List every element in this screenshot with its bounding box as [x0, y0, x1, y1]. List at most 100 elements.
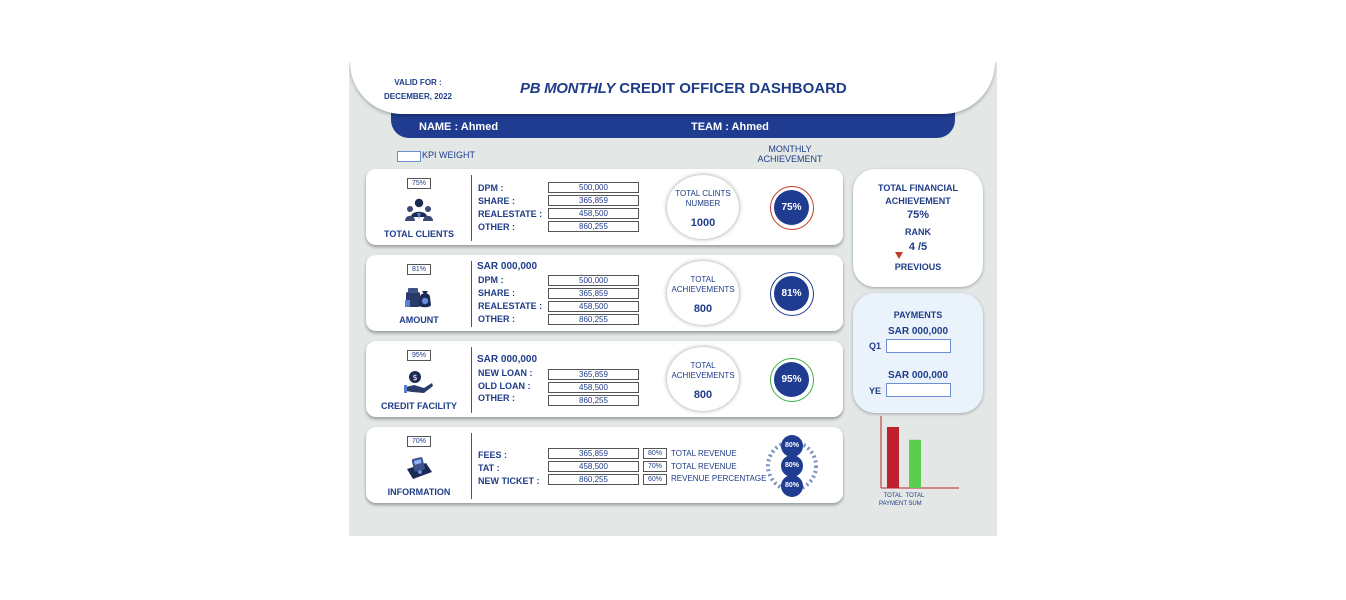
kpi-weight-label: KPI WEIGHT — [422, 150, 476, 160]
row-percent: 70% — [643, 461, 667, 472]
row-description: TOTAL REVENUE — [671, 462, 737, 471]
achievement-value: 81% — [774, 276, 809, 311]
pill-title-line1: TOTAL CLINTS — [675, 189, 731, 198]
valid-for-date: DECEMBER, 2022 — [383, 92, 453, 101]
q1-input[interactable] — [886, 339, 951, 353]
payments-panel: PAYMENTS SAR 000,000 Q1 SAR 000,000 YE — [853, 293, 983, 413]
divider — [471, 433, 472, 499]
team-name: TEAM : Ahmed — [691, 121, 769, 133]
row-value: 458,500 — [548, 301, 639, 312]
row-description: TOTAL REVENUE — [671, 449, 737, 458]
tick-label-2-2: SUM — [908, 501, 921, 507]
kpi-weight-box: 95% — [407, 350, 431, 361]
achievement-ring: 81% — [770, 272, 814, 316]
row-label: OLD LOAN : — [478, 381, 531, 391]
achievement-value: 95% — [774, 362, 809, 397]
achievement-ring: 75% — [770, 186, 814, 230]
total-clients-pill: TOTAL CLINTS NUMBER 1000 — [667, 175, 739, 239]
wheel-value: 80% — [781, 435, 803, 457]
pill-title: TOTAL ACHIEVEMENTS — [667, 275, 739, 295]
row-value: 860,255 — [548, 221, 639, 232]
ye-input[interactable] — [886, 383, 951, 397]
card-amount: 81% AMOUNT SAR 000,000 DPM : 500,000 SHA… — [366, 255, 843, 331]
row-percent: 80% — [643, 448, 667, 459]
row-value: 860,255 — [548, 395, 639, 406]
row-value: 500,000 — [548, 275, 639, 286]
row-label: OTHER : — [478, 314, 515, 324]
people-icon — [405, 198, 433, 221]
row-label: TAT : — [478, 463, 500, 473]
tick-label-1-1: TOTAL — [884, 493, 903, 499]
previous-label: PREVIOUS — [894, 262, 942, 272]
pill-title-line1: TOTAL — [690, 361, 716, 370]
officer-name: NAME : Ahmed — [419, 121, 499, 133]
info-bar: NAME : Ahmed TEAM : Ahmed — [391, 112, 955, 138]
row-label: REALESTATE : — [478, 209, 543, 219]
row-value: 365,859 — [548, 448, 639, 459]
row-value: 365,859 — [548, 369, 639, 380]
card-label: INFORMATION — [387, 487, 451, 497]
row-value: 365,859 — [548, 195, 639, 206]
payment-chart: TOTAL PAYMENT TOTAL SUM — [877, 414, 967, 508]
pill-value: 1000 — [690, 217, 716, 229]
row-value: 860,255 — [548, 314, 639, 325]
card-label: TOTAL CLIENTS — [383, 229, 454, 239]
unit-label: SAR 000,000 — [477, 261, 538, 272]
card-label: AMOUNT — [399, 315, 439, 325]
payments-title: PAYMENTS — [893, 310, 943, 320]
kpi-weight-box: 75% — [407, 178, 431, 189]
row-value: 500,000 — [548, 182, 639, 193]
tick-label-1-2: PAYMENT — [879, 501, 907, 507]
monthly-heading-line1: MONTHLY — [768, 144, 812, 154]
row-value: 860,255 — [548, 474, 639, 485]
money-hand-icon: $ — [404, 371, 433, 393]
divider — [471, 261, 472, 327]
row-label: DPM : — [478, 183, 504, 193]
svg-text:$: $ — [412, 373, 417, 382]
row-label: REALESTATE : — [478, 301, 543, 311]
summary-title-line1: TOTAL FINANCIAL — [878, 183, 958, 193]
page-title-bold: PB MONTHLY — [520, 80, 616, 97]
bar-2 — [909, 439, 921, 488]
row-label: NEW LOAN : — [478, 368, 533, 378]
summary-value: 75% — [906, 209, 930, 221]
ye-label: YE — [869, 386, 882, 396]
summary-title-line2: ACHIEVEMENT — [885, 196, 951, 206]
divider — [471, 347, 472, 413]
tick-label-2-1: TOTAL — [906, 493, 925, 499]
kpi-weight-swatch — [397, 151, 421, 162]
dashboard-header: VALID FOR : DECEMBER, 2022 PB MONTHLY CR… — [350, 62, 995, 114]
row-value: 458,500 — [548, 461, 639, 472]
monthly-achievement-heading: MONTHLY ACHIEVEMENT — [749, 144, 831, 164]
divider — [471, 175, 472, 241]
bar-1 — [887, 426, 899, 488]
wheel-value: 80% — [781, 475, 803, 497]
total-achievements-pill: TOTAL ACHIEVEMENTS 800 — [667, 261, 739, 325]
ye-unit: SAR 000,000 — [887, 370, 949, 381]
row-label: DPM : — [478, 275, 504, 285]
kpi-weight-box: 70% — [407, 436, 431, 447]
pill-title-line2: ACHIEVEMENTS — [671, 285, 735, 294]
row-label: NEW TICKET : — [478, 476, 540, 486]
money-bag-icon — [405, 288, 431, 308]
rank-label: RANK — [905, 227, 931, 237]
rank-down-icon — [895, 252, 903, 259]
kpi-weight-box: 81% — [407, 264, 431, 275]
unit-label: SAR 000,000 — [477, 354, 538, 365]
q1-unit: SAR 000,000 — [887, 326, 949, 337]
rank-value: 4 /5 — [908, 241, 928, 253]
row-description: REVENUE PERCENTAGE — [671, 474, 767, 483]
valid-for: VALID FOR : DECEMBER, 2022 — [378, 76, 458, 104]
revenue-wheel: 80% 80% 80% — [766, 435, 818, 497]
pill-value: 800 — [693, 303, 713, 315]
pill-value: 800 — [693, 389, 713, 401]
row-label: OTHER : — [478, 222, 515, 232]
achievement-ring: 95% — [770, 358, 814, 402]
page-title-rest: CREDIT OFFICER DASHBOARD — [619, 80, 847, 97]
payment-bar-chart: TOTAL PAYMENT TOTAL SUM — [879, 416, 959, 507]
row-value: 458,500 — [548, 382, 639, 393]
achievement-value: 75% — [774, 190, 809, 225]
dashboard: VALID FOR : DECEMBER, 2022 PB MONTHLY CR… — [349, 62, 997, 536]
q1-label: Q1 — [869, 341, 882, 351]
row-label: SHARE : — [478, 288, 516, 298]
